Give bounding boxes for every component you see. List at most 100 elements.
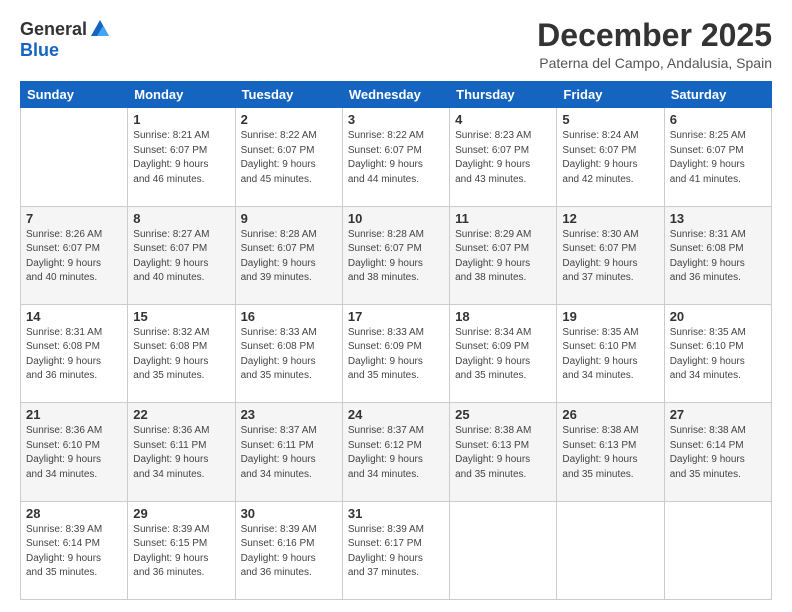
day-number: 20 (670, 309, 766, 324)
logo: General Blue (20, 18, 111, 61)
table-cell: 14Sunrise: 8:31 AMSunset: 6:08 PMDayligh… (21, 304, 128, 402)
header-monday: Monday (128, 82, 235, 108)
day-number: 16 (241, 309, 337, 324)
table-cell: 20 Sunrise: 8:35 AMSunset: 6:10 PMDayligh… (664, 304, 771, 402)
day-number: 28 (26, 506, 122, 521)
table-cell: 25Sunrise: 8:38 AMSunset: 6:13 PMDayligh… (450, 403, 557, 501)
week-row-2: 7Sunrise: 8:26 AMSunset: 6:07 PMDaylight… (21, 206, 772, 304)
day-number: 19 (562, 309, 658, 324)
table-cell: 11 Sunrise: 8:29 AMSunset: 6:07 PMDayligh… (450, 206, 557, 304)
day-number: 30 (241, 506, 337, 521)
day-number: 26 (562, 407, 658, 422)
day-detail: Sunrise: 8:38 AMSunset: 6:14 PMDaylight:… (670, 424, 766, 482)
day-number: 17 (348, 309, 444, 324)
table-cell: 6 Sunrise: 8:25 AMSunset: 6:07 PMDaylight… (664, 108, 771, 206)
table-cell: 15 Sunrise: 8:32 AMSunset: 6:08 PMDayligh… (128, 304, 235, 402)
header-wednesday: Wednesday (342, 82, 449, 108)
day-detail: Sunrise: 8:24 AMSunset: 6:07 PMDaylight:… (562, 129, 658, 187)
day-number: 15 (133, 309, 229, 324)
table-cell: 17Sunrise: 8:33 AMSunset: 6:09 PMDayligh… (342, 304, 449, 402)
header-thursday: Thursday (450, 82, 557, 108)
table-cell (450, 501, 557, 599)
day-detail: Sunrise: 8:27 AMSunset: 6:07 PMDaylight:… (133, 228, 229, 286)
month-title: December 2025 (537, 18, 772, 53)
day-number: 11 (455, 211, 551, 226)
calendar-table: Sunday Monday Tuesday Wednesday Thursday… (20, 81, 772, 600)
day-detail: Sunrise: 8:37 AMSunset: 6:11 PMDaylight:… (241, 424, 337, 482)
day-detail: Sunrise: 8:23 AMSunset: 6:07 PMDaylight:… (455, 129, 551, 187)
header-tuesday: Tuesday (235, 82, 342, 108)
day-detail: Sunrise: 8:39 AMSunset: 6:15 PMDaylight:… (133, 523, 229, 581)
day-number: 21 (26, 407, 122, 422)
day-detail: Sunrise: 8:28 AMSunset: 6:07 PMDaylight:… (241, 228, 337, 286)
table-cell (557, 501, 664, 599)
day-number: 2 (241, 112, 337, 127)
day-number: 10 (348, 211, 444, 226)
day-detail: Sunrise: 8:33 AMSunset: 6:08 PMDaylight:… (241, 326, 337, 384)
day-number: 29 (133, 506, 229, 521)
day-number: 31 (348, 506, 444, 521)
day-number: 24 (348, 407, 444, 422)
table-cell: 23 Sunrise: 8:37 AMSunset: 6:11 PMDayligh… (235, 403, 342, 501)
day-detail: Sunrise: 8:35 AMSunset: 6:10 PMDaylight:… (562, 326, 658, 384)
day-detail: Sunrise: 8:29 AMSunset: 6:07 PMDaylight:… (455, 228, 551, 286)
table-cell: 30 Sunrise: 8:39 AMSunset: 6:16 PMDayligh… (235, 501, 342, 599)
day-number: 4 (455, 112, 551, 127)
day-detail: Sunrise: 8:30 AMSunset: 6:07 PMDaylight:… (562, 228, 658, 286)
day-detail: Sunrise: 8:36 AMSunset: 6:10 PMDaylight:… (26, 424, 122, 482)
table-cell: 28Sunrise: 8:39 AMSunset: 6:14 PMDayligh… (21, 501, 128, 599)
day-detail: Sunrise: 8:22 AMSunset: 6:07 PMDaylight:… (348, 129, 444, 187)
day-detail: Sunrise: 8:36 AMSunset: 6:11 PMDaylight:… (133, 424, 229, 482)
day-detail: Sunrise: 8:39 AMSunset: 6:16 PMDaylight:… (241, 523, 337, 581)
logo-icon (89, 18, 111, 40)
header-sunday: Sunday (21, 82, 128, 108)
table-cell: 5 Sunrise: 8:24 AMSunset: 6:07 PMDaylight… (557, 108, 664, 206)
day-number: 23 (241, 407, 337, 422)
logo-blue: Blue (20, 40, 59, 61)
table-cell: 22Sunrise: 8:36 AMSunset: 6:11 PMDayligh… (128, 403, 235, 501)
day-detail: Sunrise: 8:31 AMSunset: 6:08 PMDaylight:… (670, 228, 766, 286)
table-cell: 24 Sunrise: 8:37 AMSunset: 6:12 PMDayligh… (342, 403, 449, 501)
day-detail: Sunrise: 8:28 AMSunset: 6:07 PMDaylight:… (348, 228, 444, 286)
day-detail: Sunrise: 8:38 AMSunset: 6:13 PMDaylight:… (562, 424, 658, 482)
day-detail: Sunrise: 8:25 AMSunset: 6:07 PMDaylight:… (670, 129, 766, 187)
day-detail: Sunrise: 8:31 AMSunset: 6:08 PMDaylight:… (26, 326, 122, 384)
table-cell: 10 Sunrise: 8:28 AMSunset: 6:07 PMDayligh… (342, 206, 449, 304)
day-detail: Sunrise: 8:37 AMSunset: 6:12 PMDaylight:… (348, 424, 444, 482)
day-detail: Sunrise: 8:39 AMSunset: 6:17 PMDaylight:… (348, 523, 444, 581)
week-row-4: 21 Sunrise: 8:36 AMSunset: 6:10 PMDayligh… (21, 403, 772, 501)
day-number: 9 (241, 211, 337, 226)
day-detail: Sunrise: 8:32 AMSunset: 6:08 PMDaylight:… (133, 326, 229, 384)
header-saturday: Saturday (664, 82, 771, 108)
table-cell: 8 Sunrise: 8:27 AMSunset: 6:07 PMDaylight… (128, 206, 235, 304)
day-detail: Sunrise: 8:35 AMSunset: 6:10 PMDaylight:… (670, 326, 766, 384)
table-cell: 16 Sunrise: 8:33 AMSunset: 6:08 PMDayligh… (235, 304, 342, 402)
day-number: 1 (133, 112, 229, 127)
day-number: 8 (133, 211, 229, 226)
weekday-header-row: Sunday Monday Tuesday Wednesday Thursday… (21, 82, 772, 108)
title-section: December 2025 Paterna del Campo, Andalus… (537, 18, 772, 71)
table-cell: 27 Sunrise: 8:38 AMSunset: 6:14 PMDayligh… (664, 403, 771, 501)
day-detail: Sunrise: 8:22 AMSunset: 6:07 PMDaylight:… (241, 129, 337, 187)
week-row-5: 28Sunrise: 8:39 AMSunset: 6:14 PMDayligh… (21, 501, 772, 599)
header: General Blue December 2025 Paterna del C… (20, 18, 772, 71)
table-cell: 4 Sunrise: 8:23 AMSunset: 6:07 PMDaylight… (450, 108, 557, 206)
table-cell: 29 Sunrise: 8:39 AMSunset: 6:15 PMDayligh… (128, 501, 235, 599)
header-friday: Friday (557, 82, 664, 108)
table-cell: 12Sunrise: 8:30 AMSunset: 6:07 PMDayligh… (557, 206, 664, 304)
calendar-page: General Blue December 2025 Paterna del C… (0, 0, 792, 612)
day-number: 13 (670, 211, 766, 226)
table-cell: 26 Sunrise: 8:38 AMSunset: 6:13 PMDayligh… (557, 403, 664, 501)
day-number: 6 (670, 112, 766, 127)
table-cell (664, 501, 771, 599)
week-row-1: 1 Sunrise: 8:21 AMSunset: 6:07 PMDaylight… (21, 108, 772, 206)
day-number: 27 (670, 407, 766, 422)
day-number: 7 (26, 211, 122, 226)
table-cell (21, 108, 128, 206)
day-number: 18 (455, 309, 551, 324)
day-detail: Sunrise: 8:21 AMSunset: 6:07 PMDaylight:… (133, 129, 229, 187)
day-number: 25 (455, 407, 551, 422)
day-number: 5 (562, 112, 658, 127)
table-cell: 9 Sunrise: 8:28 AMSunset: 6:07 PMDaylight… (235, 206, 342, 304)
location: Paterna del Campo, Andalusia, Spain (537, 55, 772, 71)
